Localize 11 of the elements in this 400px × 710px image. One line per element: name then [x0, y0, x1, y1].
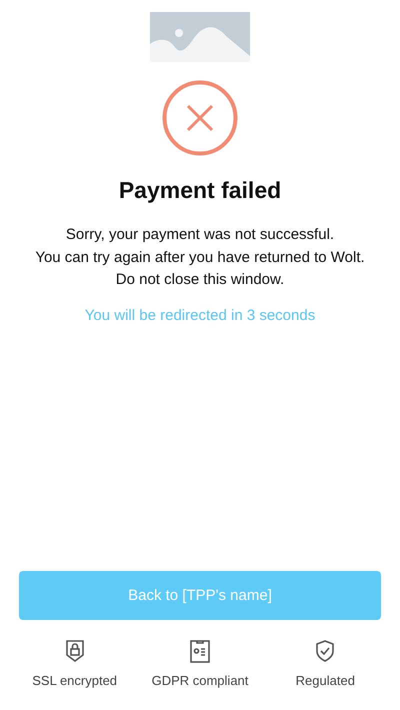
badge-label: GDPR compliant [152, 673, 248, 688]
redirect-text: You will be redirected in 3 seconds [84, 306, 316, 324]
back-button[interactable]: Back to [TPP's name] [19, 571, 381, 620]
badge-label: SSL encrypted [32, 673, 118, 688]
page-title: Payment failed [118, 176, 282, 204]
error-icon [162, 80, 238, 156]
message-text: Do not close this window. [116, 270, 284, 290]
image-placeholder-icon [150, 12, 250, 62]
badge-label: Regulated [296, 673, 355, 688]
message-text: Sorry, your payment was not successful. [66, 225, 334, 245]
message-text: You can try again after you have returned to Wolt. [35, 248, 365, 268]
